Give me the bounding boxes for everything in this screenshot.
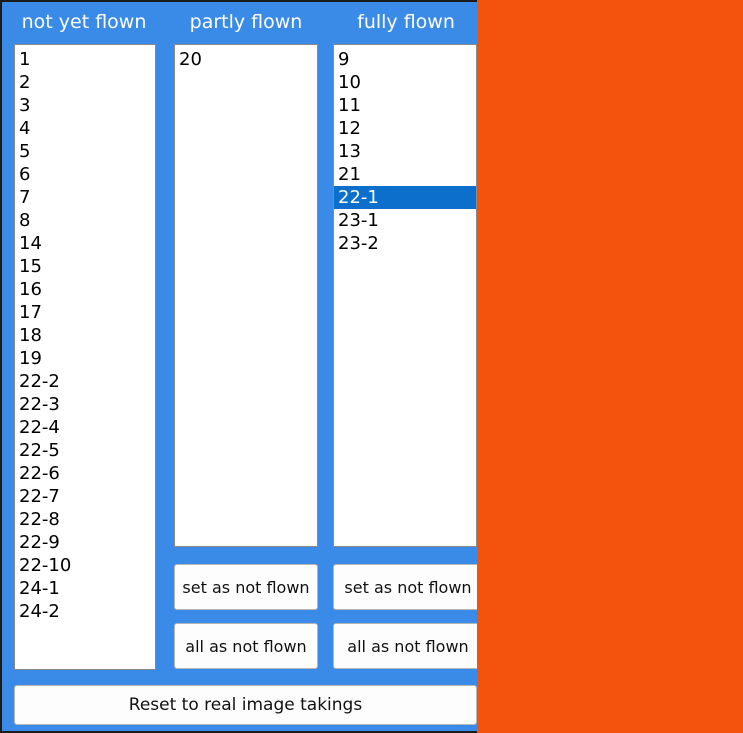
right-panel-frame: Change images state Flight line22-1Nr. o… xyxy=(477,0,743,733)
list-item[interactable]: 1 xyxy=(15,48,155,71)
column-header-not-yet-flown: not yet flown xyxy=(21,11,147,33)
set-as-not-flown-partly-button[interactable]: set as not flown xyxy=(174,564,318,610)
list-item[interactable]: 22-10 xyxy=(15,554,155,577)
all-as-not-flown-fully-button[interactable]: all as not flown xyxy=(333,623,483,669)
list-item[interactable]: 11 xyxy=(334,94,476,117)
list-not-yet-flown[interactable]: 1 2 3 4 5 6 7 8 14 15 16 17 18 19 22-2 22-3 22-4 22-5 22-6… xyxy=(14,44,156,670)
list-item[interactable]: 10 xyxy=(334,71,476,94)
list-item[interactable]: 12 xyxy=(334,117,476,140)
column-header-fully-flown: fully flown xyxy=(357,11,455,33)
list-fully-flown[interactable]: 9 10 11 12 13 21 22-1 23-1 23-2 xyxy=(333,44,477,547)
all-as-not-flown-partly-button[interactable]: all as not flown xyxy=(174,623,318,669)
list-partly-flown[interactable]: 20 xyxy=(174,44,318,547)
list-item[interactable]: 17 xyxy=(15,301,155,324)
list-item[interactable]: 22-3 xyxy=(15,393,155,416)
column-header-partly-flown: partly flown xyxy=(189,11,303,33)
change-images-state-window: not yet flown partly flown fully flown 1… xyxy=(0,0,743,733)
list-item[interactable]: 22-7 xyxy=(15,485,155,508)
list-item[interactable]: 23-2 xyxy=(334,232,476,255)
list-item[interactable]: 21 xyxy=(334,163,476,186)
list-item[interactable]: 8 xyxy=(15,209,155,232)
list-item[interactable]: 24-1 xyxy=(15,577,155,600)
list-item[interactable]: 22-5 xyxy=(15,439,155,462)
list-item[interactable]: 9 xyxy=(334,48,476,71)
list-item[interactable]: 2 xyxy=(15,71,155,94)
list-item[interactable]: 3 xyxy=(15,94,155,117)
list-item[interactable]: 18 xyxy=(15,324,155,347)
list-item[interactable]: 15 xyxy=(15,255,155,278)
list-item[interactable]: 13 xyxy=(334,140,476,163)
list-item[interactable]: 22-2 xyxy=(15,370,155,393)
flight-lines-pane: not yet flown partly flown fully flown 1… xyxy=(0,0,483,733)
list-item[interactable]: 24-2 xyxy=(15,600,155,623)
list-item[interactable]: 22-9 xyxy=(15,531,155,554)
list-item[interactable]: 22-1 xyxy=(334,186,476,209)
list-item[interactable]: 14 xyxy=(15,232,155,255)
list-item[interactable]: 22-6 xyxy=(15,462,155,485)
list-item[interactable]: 22-8 xyxy=(15,508,155,531)
list-item[interactable]: 16 xyxy=(15,278,155,301)
list-item[interactable]: 7 xyxy=(15,186,155,209)
list-item[interactable]: 6 xyxy=(15,163,155,186)
set-as-not-flown-fully-button[interactable]: set as not flown xyxy=(333,564,483,610)
list-item[interactable]: 22-4 xyxy=(15,416,155,439)
list-item[interactable]: 5 xyxy=(15,140,155,163)
list-item[interactable]: 23-1 xyxy=(334,209,476,232)
reset-to-real-image-takings-button[interactable]: Reset to real image takings xyxy=(14,685,477,725)
list-item[interactable]: 4 xyxy=(15,117,155,140)
list-item[interactable]: 19 xyxy=(15,347,155,370)
list-item[interactable]: 20 xyxy=(175,48,317,71)
